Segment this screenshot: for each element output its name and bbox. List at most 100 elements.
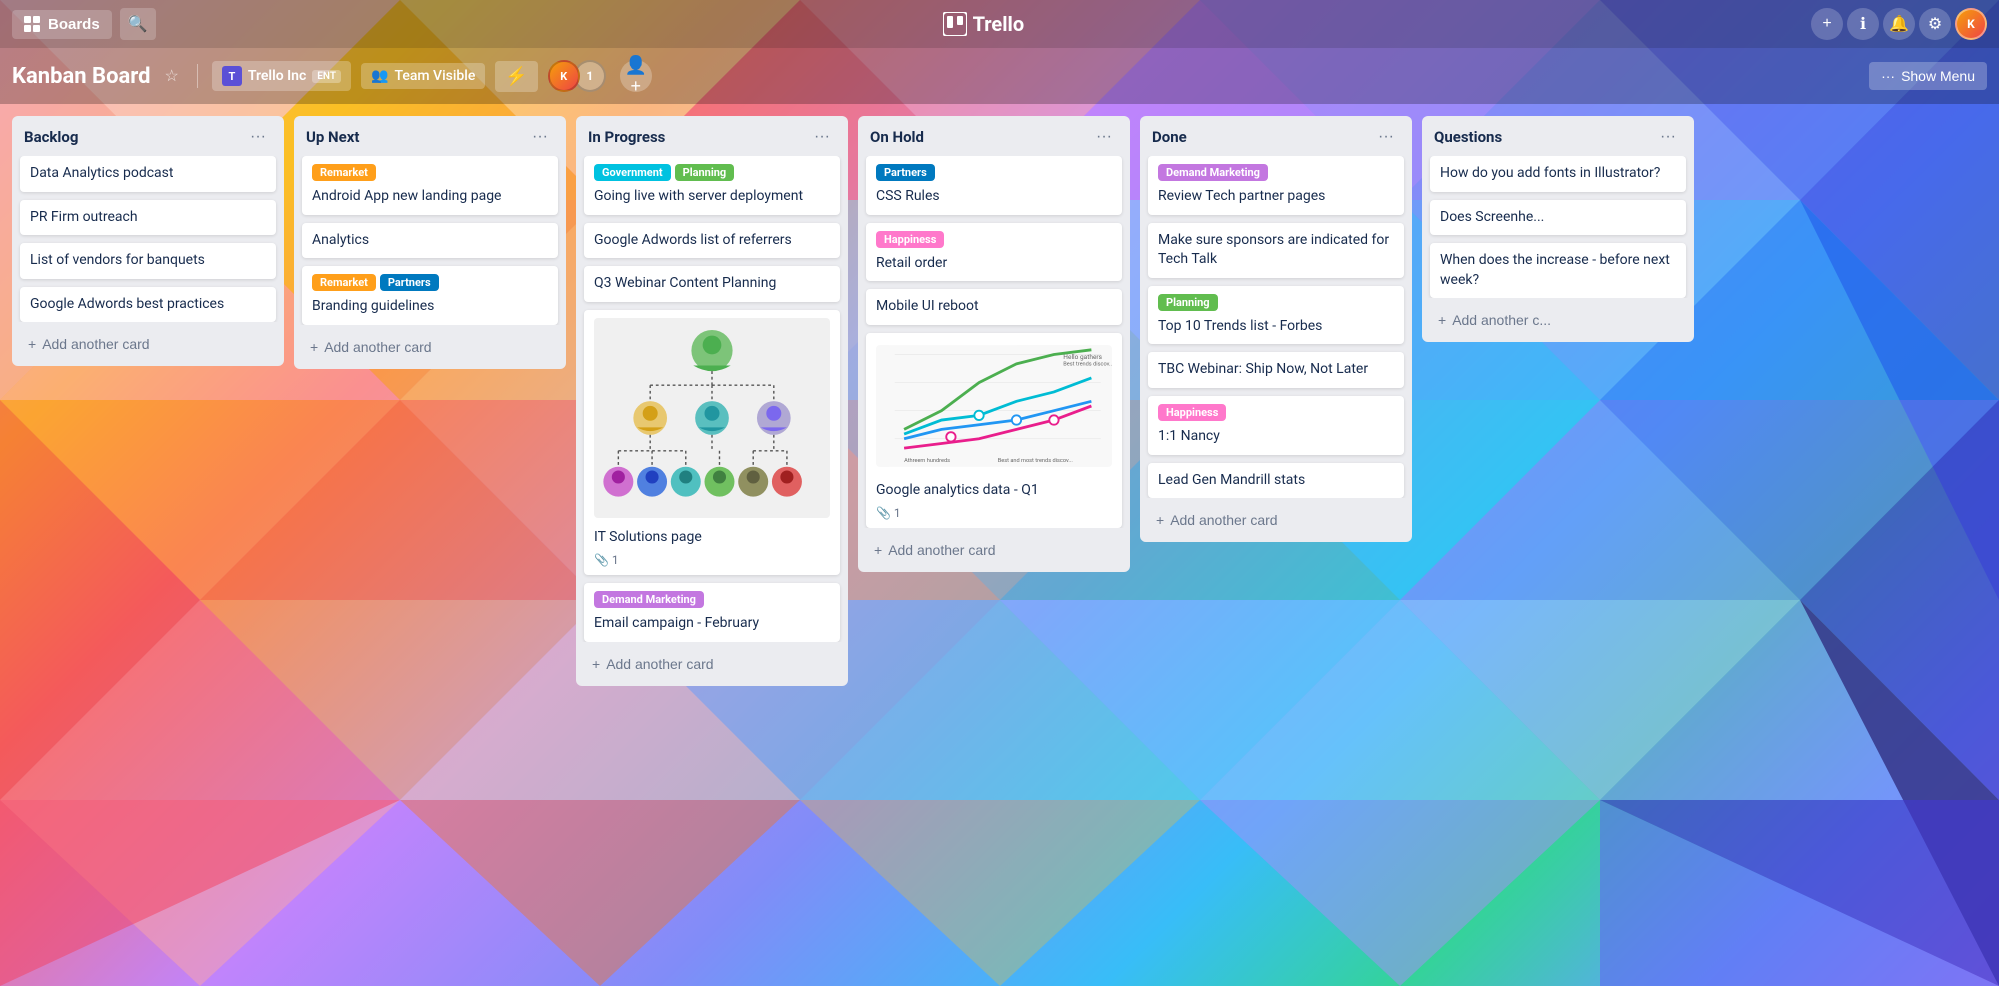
user-avatar[interactable]: K: [1955, 8, 1987, 40]
card-mobile-ui[interactable]: Mobile UI reboot: [866, 289, 1122, 325]
boards-button[interactable]: Boards: [12, 10, 112, 39]
card-illustrator[interactable]: How do you add fonts in Illustrator?: [1430, 156, 1686, 192]
card-screenhe[interactable]: Does Screenhe...: [1430, 200, 1686, 236]
power-ups-icon: ⚡: [505, 66, 527, 87]
svg-text:Best and most trends discov...: Best and most trends discov...: [998, 458, 1074, 464]
invite-button[interactable]: 👤+: [620, 60, 652, 92]
list-inprogress-header: In Progress ···: [576, 116, 848, 156]
card-going-live[interactable]: Government Planning Going live with serv…: [584, 156, 840, 215]
star-button[interactable]: ☆: [161, 62, 183, 90]
search-button[interactable]: 🔍: [120, 8, 156, 40]
boards-icon: [24, 16, 40, 32]
card-q3-webinar[interactable]: Q3 Webinar Content Planning: [584, 266, 840, 302]
list-done: Done ··· Demand Marketing Review Tech pa…: [1140, 116, 1412, 542]
top-nav: Boards 🔍 Trello + ℹ 🔔 ⚙ K: [0, 0, 1999, 48]
card-meta: 📎 1: [876, 506, 1112, 520]
card-analytics[interactable]: Analytics: [302, 223, 558, 259]
add-icon: +: [28, 336, 36, 352]
card-title: Data Analytics podcast: [30, 164, 266, 184]
list-done-menu-button[interactable]: ···: [1372, 126, 1400, 148]
label-planning: Planning: [675, 164, 735, 181]
card-labels: Demand Marketing: [594, 591, 830, 608]
show-menu-button[interactable]: ··· Show Menu: [1869, 62, 1987, 90]
card-top10-trends[interactable]: Planning Top 10 Trends list - Forbes: [1148, 286, 1404, 345]
notifications-button[interactable]: 🔔: [1883, 8, 1915, 40]
card-title: Top 10 Trends list - Forbes: [1158, 317, 1394, 337]
gear-icon: ⚙: [1928, 14, 1942, 34]
list-questions: Questions ··· How do you add fonts in Il…: [1422, 116, 1694, 342]
list-questions-header: Questions ···: [1422, 116, 1694, 156]
card-tbc-webinar[interactable]: TBC Webinar: Ship Now, Not Later: [1148, 352, 1404, 388]
bell-icon: 🔔: [1889, 14, 1909, 34]
card-css-rules[interactable]: Partners CSS Rules: [866, 156, 1122, 215]
card-title: Q3 Webinar Content Planning: [594, 274, 830, 294]
add-label: Add another card: [606, 656, 713, 672]
card-title: Review Tech partner pages: [1158, 187, 1394, 207]
card-pr-firm[interactable]: PR Firm outreach: [20, 200, 276, 236]
card-android-app[interactable]: Remarket Android App new landing page: [302, 156, 558, 215]
trello-logo: Trello: [943, 12, 1025, 36]
header-divider: [197, 64, 198, 88]
card-11-nancy[interactable]: Happiness 1:1 Nancy: [1148, 396, 1404, 455]
add-icon: +: [592, 656, 600, 672]
list-upnext-menu-button[interactable]: ···: [526, 126, 554, 148]
board-content: Backlog ··· Data Analytics podcast PR Fi…: [0, 104, 1999, 986]
card-sponsors[interactable]: Make sure sponsors are indicated for Tec…: [1148, 223, 1404, 278]
list-inprogress-cards: Government Planning Going live with serv…: [576, 156, 848, 642]
svg-text:Best trends discov...: Best trends discov...: [1063, 362, 1112, 368]
settings-button[interactable]: ⚙: [1919, 8, 1951, 40]
list-questions-menu-button[interactable]: ···: [1654, 126, 1682, 148]
add-card-upnext[interactable]: + Add another card: [298, 331, 562, 363]
card-when-does[interactable]: When does the increase - before next wee…: [1430, 243, 1686, 298]
attachment-count: 📎 1: [876, 506, 901, 520]
list-backlog-cards: Data Analytics podcast PR Firm outreach …: [12, 156, 284, 322]
card-title: How do you add fonts in Illustrator?: [1440, 164, 1676, 184]
list-onhold-title: On Hold: [870, 128, 924, 146]
workspace-badge[interactable]: T Trello Inc ENT: [212, 61, 351, 91]
card-title: Android App new landing page: [312, 187, 548, 207]
card-lead-gen[interactable]: Lead Gen Mandrill stats: [1148, 463, 1404, 499]
power-ups-button[interactable]: ⚡: [495, 61, 537, 92]
card-it-solutions[interactable]: IT Solutions page 📎 1: [584, 310, 840, 576]
member-avatar-1[interactable]: K: [548, 60, 580, 92]
list-inprogress-menu-button[interactable]: ···: [808, 126, 836, 148]
card-google-adwords-refs[interactable]: Google Adwords list of referrers: [584, 223, 840, 259]
card-data-analytics[interactable]: Data Analytics podcast: [20, 156, 276, 192]
card-adwords-best[interactable]: Google Adwords best practices: [20, 287, 276, 323]
workspace-ent: ENT: [312, 70, 341, 83]
card-labels: Demand Marketing: [1158, 164, 1394, 181]
list-backlog-menu-button[interactable]: ···: [244, 126, 272, 148]
card-title: List of vendors for banquets: [30, 251, 266, 271]
org-chart-image: [594, 318, 830, 518]
info-button[interactable]: ℹ: [1847, 8, 1879, 40]
card-google-analytics[interactable]: Hello gathers Best trends discov... Athr…: [866, 333, 1122, 529]
card-retail-order[interactable]: Happiness Retail order: [866, 223, 1122, 282]
card-title: Does Screenhe...: [1440, 208, 1676, 228]
list-inprogress-title: In Progress: [588, 128, 665, 146]
list-backlog: Backlog ··· Data Analytics podcast PR Fi…: [12, 116, 284, 366]
add-card-onhold[interactable]: + Add another card: [862, 534, 1126, 566]
card-labels: Happiness: [1158, 404, 1394, 421]
list-onhold-menu-button[interactable]: ···: [1090, 126, 1118, 148]
card-vendors-banquets[interactable]: List of vendors for banquets: [20, 243, 276, 279]
workspace-name: Trello Inc: [248, 68, 306, 84]
svg-text:Athreem hundreds: Athreem hundreds: [904, 458, 950, 464]
add-card-questions[interactable]: + Add another c...: [1426, 304, 1690, 336]
add-card-backlog[interactable]: + Add another card: [16, 328, 280, 360]
visibility-icon: 👥: [371, 68, 388, 84]
add-label: Add another c...: [1452, 312, 1551, 328]
avatar-initial: K: [1967, 17, 1975, 31]
add-card-done[interactable]: + Add another card: [1144, 504, 1408, 536]
card-email-campaign[interactable]: Demand Marketing Email campaign - Februa…: [584, 583, 840, 642]
card-title: Analytics: [312, 231, 548, 251]
label-remarket: Remarket: [312, 274, 376, 291]
card-labels: Happiness: [876, 231, 1112, 248]
list-upnext-header: Up Next ···: [294, 116, 566, 156]
add-card-inprogress[interactable]: + Add another card: [580, 648, 844, 680]
visibility-badge[interactable]: 👥 Team Visible: [361, 63, 485, 89]
card-review-tech[interactable]: Demand Marketing Review Tech partner pag…: [1148, 156, 1404, 215]
list-backlog-title: Backlog: [24, 128, 78, 146]
card-branding[interactable]: Remarket Partners Branding guidelines: [302, 266, 558, 325]
card-meta: 📎 1: [594, 553, 830, 567]
add-button[interactable]: +: [1811, 8, 1843, 40]
